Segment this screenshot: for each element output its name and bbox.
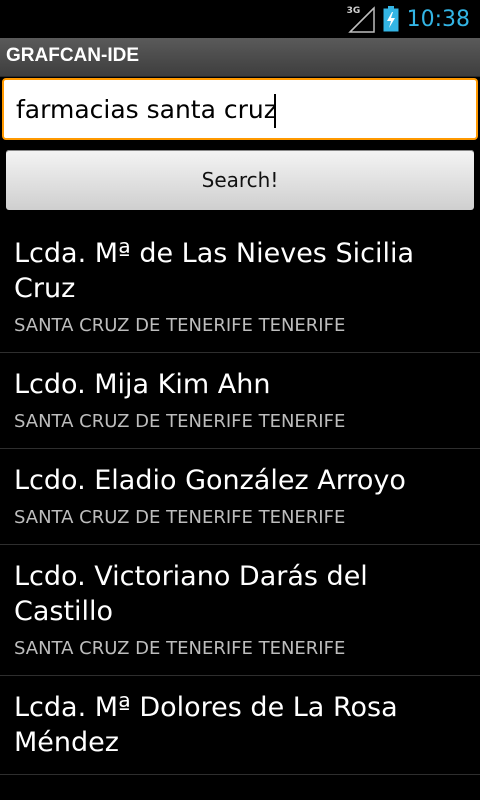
clock: 10:38 bbox=[406, 6, 470, 32]
item-name: Lcdo. Mija Kim Ahn bbox=[14, 369, 271, 400]
item-location: SANTA CRUZ DE TENERIFE TENERIFE bbox=[14, 315, 346, 336]
list-item[interactable]: Lcda. Mª de Las Nieves Sicilia Cruz SANT… bbox=[0, 222, 480, 353]
list-item[interactable]: Lcdo. Eladio González Arroyo SANTA CRUZ … bbox=[0, 449, 480, 545]
item-name: Lcdo. Eladio González Arroyo bbox=[14, 465, 406, 496]
item-location: SANTA CRUZ DE TENERIFE TENERIFE bbox=[14, 411, 346, 432]
list-item[interactable]: Lcdo. Victoriano Darás del Castillo SANT… bbox=[0, 545, 480, 676]
text-caret bbox=[274, 94, 276, 128]
list-item[interactable]: Lcda. Mª Dolores de La Rosa Méndez bbox=[0, 676, 480, 775]
status-bar: 3G 10:38 bbox=[0, 0, 480, 38]
signal-icon: 3G bbox=[347, 5, 375, 33]
search-field[interactable] bbox=[2, 78, 478, 140]
title-bar: GRAFCAN-IDE bbox=[0, 38, 480, 77]
results-list[interactable]: Lcda. Mª de Las Nieves Sicilia Cruz SANT… bbox=[0, 222, 480, 775]
search-button[interactable]: Search! bbox=[6, 150, 474, 210]
item-name: Lcdo. Victoriano Darás del Castillo bbox=[14, 561, 368, 627]
item-location: SANTA CRUZ DE TENERIFE TENERIFE bbox=[14, 638, 346, 659]
screen: 3G 10:38 GRAFCAN-IDE Search! bbox=[0, 0, 480, 800]
item-name: Lcda. Mª de Las Nieves Sicilia Cruz bbox=[14, 238, 414, 304]
search-input[interactable] bbox=[8, 84, 472, 134]
list-item[interactable]: Lcdo. Mija Kim Ahn SANTA CRUZ DE TENERIF… bbox=[0, 353, 480, 449]
item-location: SANTA CRUZ DE TENERIFE TENERIFE bbox=[14, 507, 346, 528]
battery-charging-icon bbox=[383, 6, 399, 32]
item-name: Lcda. Mª Dolores de La Rosa Méndez bbox=[14, 692, 398, 758]
status-icons: 3G 10:38 bbox=[347, 0, 470, 38]
app-title: GRAFCAN-IDE bbox=[6, 45, 139, 66]
